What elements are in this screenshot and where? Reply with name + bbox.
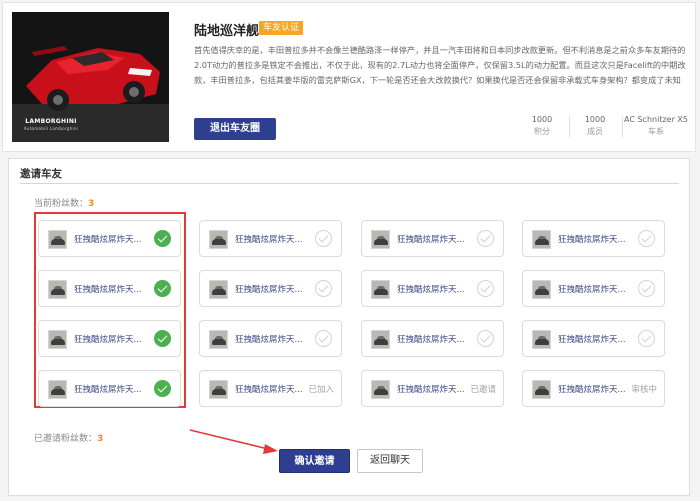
club-intro: 首先值得庆幸的是，丰田普拉多并不会像兰德酷路泽一样停产，并且一汽丰田将和日本同步… bbox=[194, 45, 686, 85]
user-card[interactable]: 狂拽酷炫屌炸天... bbox=[199, 270, 342, 307]
check-icon[interactable] bbox=[154, 380, 171, 397]
user-name: 狂拽酷炫屌炸天... bbox=[235, 285, 303, 295]
quit-club-button[interactable]: 退出车友圈 bbox=[194, 118, 276, 140]
avatar-car-icon bbox=[209, 280, 228, 299]
user-card[interactable]: 狂拽酷炫屌炸天... bbox=[38, 370, 181, 407]
avatar-car-icon bbox=[48, 230, 67, 249]
user-card[interactable]: 狂拽酷炫屌炸天... bbox=[38, 220, 181, 257]
user-status-label: 已加入 bbox=[308, 385, 334, 395]
user-card[interactable]: 狂拽酷炫屌炸天... bbox=[199, 320, 342, 357]
check-icon[interactable] bbox=[154, 280, 171, 297]
avatar-car-icon bbox=[209, 380, 228, 399]
user-card[interactable]: 狂拽酷炫屌炸天... 审核中 bbox=[522, 370, 665, 407]
user-name: 狂拽酷炫屌炸天... bbox=[558, 285, 626, 295]
avatar-car-icon bbox=[209, 330, 228, 349]
fans-count-label: 当前粉丝数： bbox=[34, 199, 89, 209]
invited-count-value: 3 bbox=[97, 434, 104, 444]
check-icon[interactable] bbox=[477, 230, 494, 247]
invited-count-line: 已邀请粉丝数：3 bbox=[34, 431, 103, 444]
invite-title: 邀请车友 bbox=[20, 168, 62, 180]
user-card[interactable]: 狂拽酷炫屌炸天... bbox=[522, 270, 665, 307]
avatar-car-icon bbox=[371, 230, 390, 249]
avatar-car-icon bbox=[532, 380, 551, 399]
user-name: 狂拽酷炫屌炸天... bbox=[558, 385, 626, 395]
title-divider bbox=[20, 183, 679, 184]
club-cover-image: LAMBORGHINI Automobili Lamborghini bbox=[12, 12, 169, 142]
user-name: 狂拽酷炫屌炸天... bbox=[235, 235, 303, 245]
club-header-card: LAMBORGHINI Automobili Lamborghini 陆地巡洋舰… bbox=[2, 2, 696, 152]
user-card[interactable]: 狂拽酷炫屌炸天... bbox=[361, 220, 504, 257]
user-card[interactable]: 狂拽酷炫屌炸天... bbox=[199, 220, 342, 257]
check-icon[interactable] bbox=[638, 330, 655, 347]
user-name: 狂拽酷炫屌炸天... bbox=[235, 335, 303, 345]
user-name: 狂拽酷炫屌炸天... bbox=[558, 235, 626, 245]
invited-count-label: 已邀请粉丝数： bbox=[34, 434, 98, 444]
user-card[interactable]: 狂拽酷炫屌炸天... bbox=[361, 270, 504, 307]
user-name: 狂拽酷炫屌炸天... bbox=[397, 385, 465, 395]
fans-count-value: 3 bbox=[88, 199, 95, 209]
stat-divider bbox=[569, 116, 570, 138]
user-card[interactable]: 狂拽酷炫屌炸天... bbox=[361, 320, 504, 357]
user-name: 狂拽酷炫屌炸天... bbox=[397, 235, 465, 245]
user-card[interactable]: 狂拽酷炫屌炸天... bbox=[522, 220, 665, 257]
user-name: 狂拽酷炫屌炸天... bbox=[397, 285, 465, 295]
invite-panel: 邀请车友 当前粉丝数：3 狂拽酷炫屌炸天... 狂拽酷炫屌炸天... 狂拽酷炫屌炸天… bbox=[8, 158, 690, 496]
check-icon[interactable] bbox=[315, 280, 332, 297]
club-name: 陆地巡洋舰 bbox=[194, 24, 260, 39]
avatar-car-icon bbox=[532, 230, 551, 249]
stat-members: 1000 成员 bbox=[584, 115, 606, 136]
user-status-label: 审核中 bbox=[631, 385, 657, 395]
stat-points: 1000 积分 bbox=[531, 115, 553, 136]
user-name: 狂拽酷炫屌炸天... bbox=[74, 285, 142, 295]
user-card[interactable]: 狂拽酷炫屌炸天... bbox=[38, 320, 181, 357]
avatar-car-icon bbox=[532, 330, 551, 349]
back-to-chat-button[interactable]: 返回聊天 bbox=[357, 449, 423, 473]
user-name: 狂拽酷炫屌炸天... bbox=[74, 335, 142, 345]
user-card[interactable]: 狂拽酷炫屌炸天... bbox=[522, 320, 665, 357]
avatar-car-icon bbox=[48, 280, 67, 299]
user-status-label: 已邀请 bbox=[470, 385, 496, 395]
check-icon[interactable] bbox=[315, 330, 332, 347]
user-card[interactable]: 狂拽酷炫屌炸天... 已邀请 bbox=[361, 370, 504, 407]
check-icon[interactable] bbox=[638, 230, 655, 247]
user-name: 狂拽酷炫屌炸天... bbox=[74, 235, 142, 245]
avatar-car-icon bbox=[209, 230, 228, 249]
user-name: 狂拽酷炫屌炸天... bbox=[558, 335, 626, 345]
user-name: 狂拽酷炫屌炸天... bbox=[74, 385, 142, 395]
check-icon[interactable] bbox=[154, 330, 171, 347]
stat-series: AC Schnitzer X5 车系 bbox=[624, 115, 688, 136]
check-icon[interactable] bbox=[638, 280, 655, 297]
check-icon[interactable] bbox=[315, 230, 332, 247]
check-icon[interactable] bbox=[154, 230, 171, 247]
avatar-car-icon bbox=[48, 330, 67, 349]
user-card[interactable]: 狂拽酷炫屌炸天... bbox=[38, 270, 181, 307]
avatar-car-icon bbox=[371, 380, 390, 399]
fans-count-line: 当前粉丝数：3 bbox=[34, 196, 94, 209]
check-icon[interactable] bbox=[477, 280, 494, 297]
user-name: 狂拽酷炫屌炸天... bbox=[397, 335, 465, 345]
certification-badge: 车友认证 bbox=[259, 21, 304, 35]
cover-brand-logo: LAMBORGHINI Automobili Lamborghini bbox=[23, 118, 79, 131]
avatar-car-icon bbox=[371, 330, 390, 349]
check-icon[interactable] bbox=[477, 330, 494, 347]
user-card[interactable]: 狂拽酷炫屌炸天... 已加入 bbox=[199, 370, 342, 407]
confirm-invite-button[interactable]: 确认邀请 bbox=[279, 449, 350, 473]
avatar-car-icon bbox=[48, 380, 67, 399]
avatar-car-icon bbox=[371, 280, 390, 299]
avatar-car-icon bbox=[532, 280, 551, 299]
user-name: 狂拽酷炫屌炸天... bbox=[235, 385, 303, 395]
